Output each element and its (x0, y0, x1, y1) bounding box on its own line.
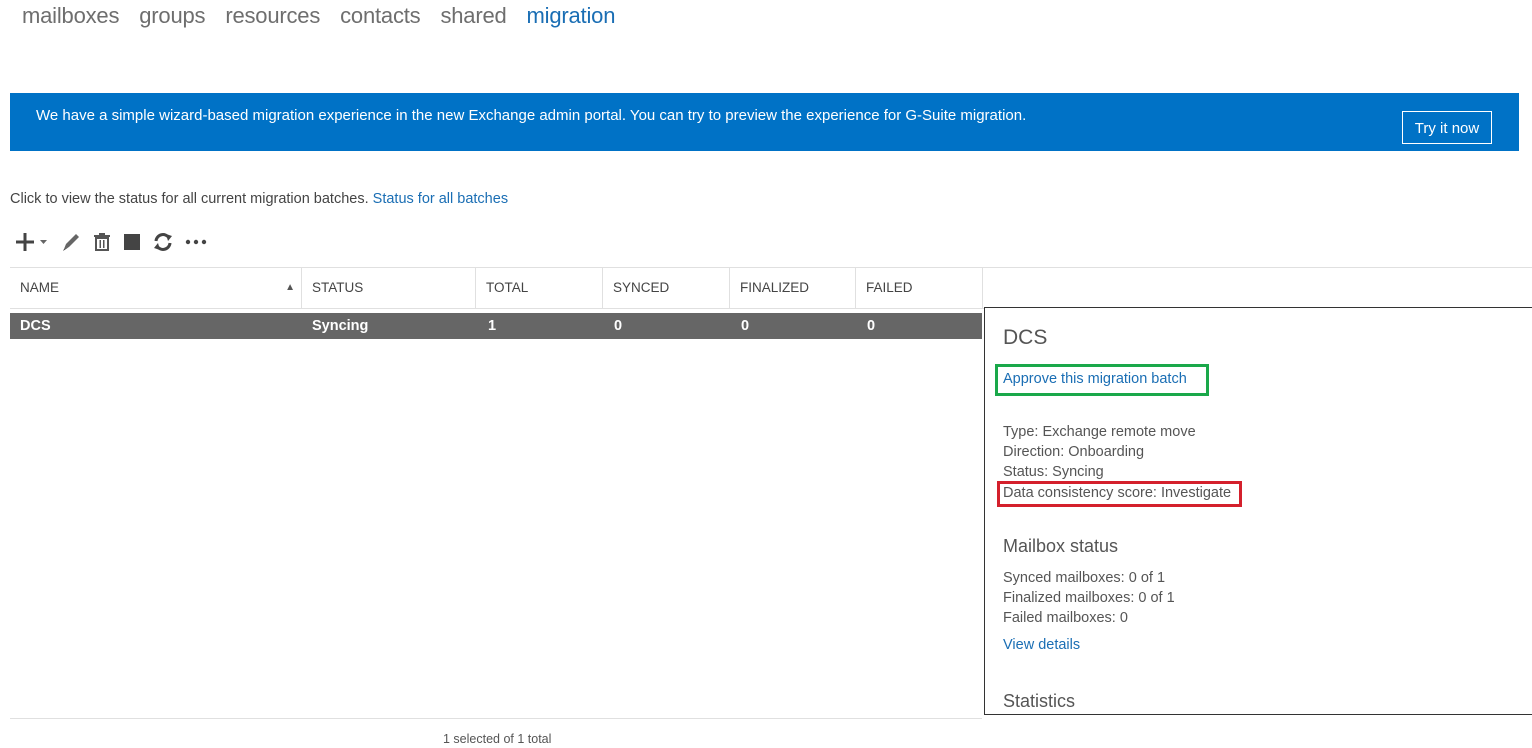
add-button[interactable] (14, 230, 50, 254)
selection-count: 1 selected of 1 total (443, 732, 552, 746)
more-icon (185, 239, 207, 245)
statistics-heading: Statistics (1003, 691, 1076, 711)
cell-finalized: 0 (741, 318, 750, 334)
column-header-total[interactable]: TOTAL (476, 268, 603, 308)
tab-mailboxes[interactable]: mailboxes (22, 0, 119, 34)
status-line-text: Click to view the status for all current… (10, 191, 369, 207)
approve-migration-batch-link[interactable]: Approve this migration batch (1003, 371, 1187, 387)
toolbar (14, 230, 218, 254)
delete-icon (94, 233, 110, 251)
add-icon (16, 233, 47, 251)
mailbox-status-heading: Mailbox status (1003, 536, 1119, 556)
stop-icon (124, 234, 140, 250)
refresh-button[interactable] (152, 230, 174, 254)
details-panel: DCS Approve this migration batch Type: E… (984, 307, 1532, 715)
edit-button[interactable] (60, 230, 82, 254)
status-for-all-batches-link[interactable]: Status for all batches (373, 191, 508, 207)
table-row[interactable]: DCS Syncing 1 0 0 0 (10, 313, 982, 339)
cell-failed: 0 (867, 318, 876, 334)
table-header: NAME ▲ STATUS TOTAL SYNCED FINALIZED FAI… (10, 267, 1532, 309)
tab-contacts[interactable]: contacts (340, 0, 421, 34)
banner-text: We have a simple wizard-based migration … (36, 107, 1027, 124)
cell-name: DCS (20, 318, 51, 334)
finalized-mailboxes-info: Finalized mailboxes: 0 of 1 (1003, 590, 1175, 606)
column-header-name[interactable]: NAME ▲ (10, 268, 302, 308)
footer-divider (10, 718, 982, 719)
column-header-name-label: NAME (20, 280, 60, 295)
direction-info: Direction: Onboarding (1003, 444, 1145, 460)
status-line: Click to view the status for all current… (10, 190, 508, 208)
view-details-link[interactable]: View details (1003, 637, 1080, 653)
cell-synced: 0 (614, 318, 623, 334)
column-header-synced[interactable]: SYNCED (603, 268, 730, 308)
tab-groups[interactable]: groups (139, 0, 205, 34)
failed-mailboxes-info: Failed mailboxes: 0 (1003, 610, 1128, 626)
synced-mailboxes-info: Synced mailboxes: 0 of 1 (1003, 570, 1166, 586)
cell-total: 1 (488, 318, 497, 334)
edit-icon (63, 234, 79, 251)
details-title: DCS (1003, 326, 1048, 349)
top-nav: mailboxes groups resources contacts shar… (22, 0, 615, 34)
type-info: Type: Exchange remote move (1003, 424, 1196, 440)
tab-resources[interactable]: resources (225, 0, 320, 34)
refresh-icon (154, 233, 172, 251)
exchange-admin-migration-page: mailboxes groups resources contacts shar… (0, 0, 1532, 748)
sort-ascending-icon: ▲ (285, 282, 295, 293)
try-it-now-button[interactable]: Try it now (1402, 111, 1492, 144)
column-header-failed[interactable]: FAILED (856, 268, 983, 308)
stop-button[interactable] (122, 230, 142, 254)
info-banner: We have a simple wizard-based migration … (10, 93, 1519, 151)
column-header-finalized[interactable]: FINALIZED (730, 268, 856, 308)
tab-migration[interactable]: migration (527, 0, 616, 34)
cell-status: Syncing (312, 318, 369, 334)
delete-button[interactable] (92, 230, 112, 254)
column-header-status[interactable]: STATUS (302, 268, 476, 308)
status-info: Status: Syncing (1003, 464, 1104, 480)
tab-shared[interactable]: shared (440, 0, 506, 34)
more-button[interactable] (184, 230, 208, 254)
consistency-score-info: Data consistency score: Investigate (1003, 485, 1232, 501)
